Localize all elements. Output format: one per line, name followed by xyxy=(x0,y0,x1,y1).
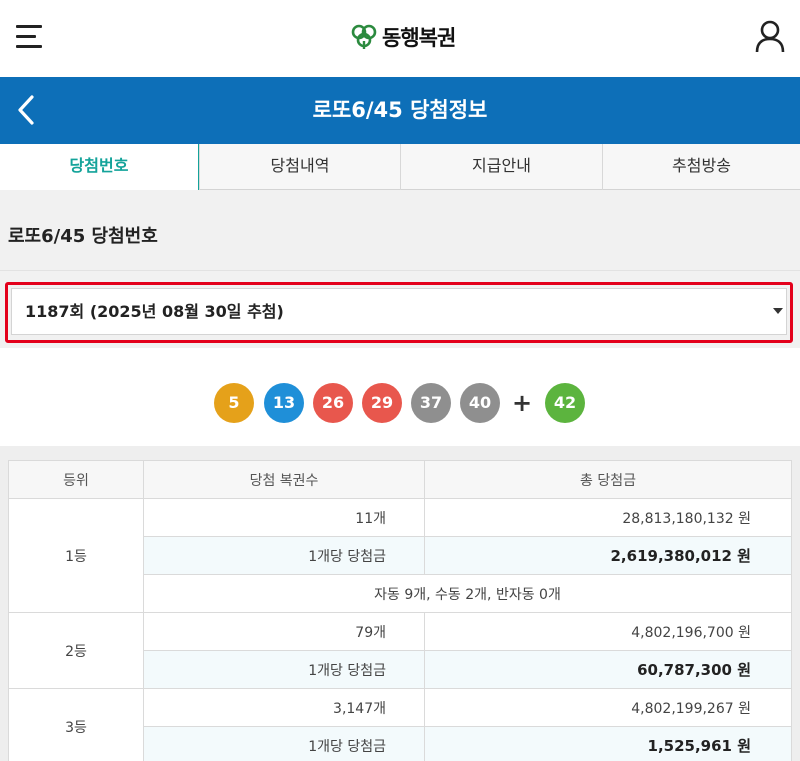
number-ball: 37 xyxy=(411,383,451,423)
top-header: 동행복권 xyxy=(0,0,800,77)
tab-winning-numbers[interactable]: 당첨번호 xyxy=(0,144,199,191)
number-ball: 26 xyxy=(313,383,353,423)
clover-logo-icon xyxy=(351,24,377,49)
draw-select-value: 1187회 (2025년 08월 30일 추첨) xyxy=(25,302,284,321)
hamburger-menu-icon[interactable] xyxy=(16,24,44,50)
table-row: 1등 11개 28,813,180,132 원 xyxy=(8,498,792,613)
winner-count: 3,147개 xyxy=(143,688,425,727)
rank-cell: 3등 xyxy=(8,688,144,761)
per-ticket-label: 1개당 당첨금 xyxy=(143,650,425,689)
total-prize: 4,802,199,267 원 xyxy=(424,688,792,727)
tab-payment-guide[interactable]: 지급안내 xyxy=(400,144,602,190)
total-prize: 28,813,180,132 원 xyxy=(424,498,792,537)
caret-down-icon xyxy=(773,308,783,314)
section-title: 로또6/45 당첨번호 xyxy=(8,226,158,247)
title-bar: 로또6/45 당첨정보 xyxy=(0,77,800,144)
tab-bar: 당첨번호 당첨내역 지급안내 추첨방송 xyxy=(0,144,800,191)
selection-type-note: 자동 9개, 수동 2개, 반자동 0개 xyxy=(143,574,792,613)
per-ticket-label: 1개당 당첨금 xyxy=(143,726,425,761)
table-header-total: 총 당첨금 xyxy=(424,460,792,499)
divider xyxy=(0,270,800,271)
table-row: 2등 79개 4,802,196,700 원 xyxy=(8,612,792,689)
number-ball: 40 xyxy=(460,383,500,423)
number-ball: 5 xyxy=(214,383,254,423)
logo-text: 동행복권 xyxy=(382,26,456,50)
plus-sign: + xyxy=(511,389,533,417)
rank-cell: 2등 xyxy=(8,612,144,689)
user-icon[interactable] xyxy=(754,20,786,54)
page-title: 로또6/45 당첨정보 xyxy=(312,98,488,122)
table-header-rank: 등위 xyxy=(8,460,144,499)
tab-winning-history[interactable]: 당첨내역 xyxy=(199,144,400,190)
number-ball: 29 xyxy=(362,383,402,423)
prize-table-area: 등위 당첨 복권수 총 당첨금 1등 11개 28,813,180,132 원 … xyxy=(0,446,800,761)
bonus-number-ball: 42 xyxy=(545,383,585,423)
table-header-winners: 당첨 복권수 xyxy=(143,460,425,499)
winner-count: 79개 xyxy=(143,612,425,651)
table-row: 3등 3,147개 4,802,199,267 원 xyxy=(8,688,792,761)
total-prize: 4,802,196,700 원 xyxy=(424,612,792,651)
per-ticket-label: 1개당 당첨금 xyxy=(143,536,425,575)
per-ticket-prize: 60,787,300 원 xyxy=(424,650,792,689)
winning-numbers: 5 13 26 29 37 40 + 42 xyxy=(0,360,800,446)
prize-table: 등위 당첨 복권수 총 당첨금 1등 11개 28,813,180,132 원 … xyxy=(8,460,792,761)
per-ticket-prize: 1,525,961 원 xyxy=(424,726,792,761)
draw-select[interactable]: 1187회 (2025년 08월 30일 추첨) xyxy=(11,288,787,335)
number-ball: 13 xyxy=(264,383,304,423)
winner-count: 11개 xyxy=(143,498,425,537)
per-ticket-prize: 2,619,380,012 원 xyxy=(424,536,792,575)
site-logo[interactable]: 동행복권 xyxy=(350,20,456,54)
draw-select-highlight: 1187회 (2025년 08월 30일 추첨) xyxy=(5,282,793,343)
tab-draw-broadcast[interactable]: 추첨방송 xyxy=(602,144,800,190)
rank-cell: 1등 xyxy=(8,498,144,613)
